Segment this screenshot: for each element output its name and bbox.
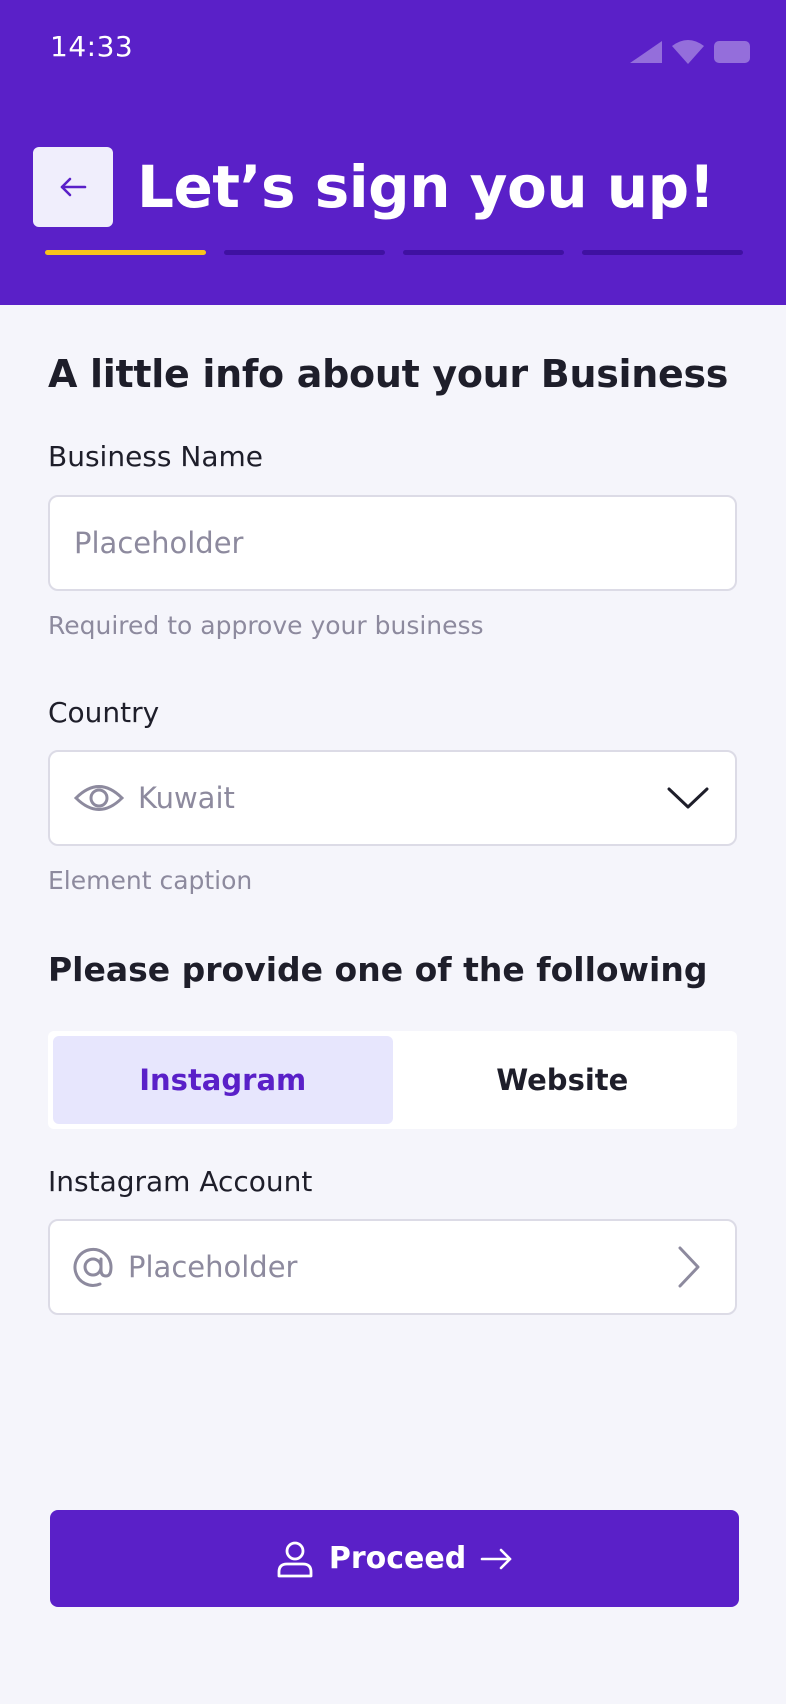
arrow-right-icon [480,1547,514,1571]
instagram-account-label: Instagram Account [48,1165,313,1198]
arrow-left-icon [58,175,88,199]
status-time: 14:33 [50,30,134,63]
wifi-icon [672,40,704,64]
country-caption: Element caption [48,866,253,895]
contact-type-tabs: Instagram Website [48,1031,737,1129]
business-name-input[interactable] [74,526,735,560]
country-selected-value: Kuwait [138,781,235,815]
instagram-account-field[interactable] [48,1219,737,1315]
business-name-label: Business Name [48,440,263,473]
business-name-field[interactable] [48,495,737,591]
provide-title: Please provide one of the following [48,950,708,989]
tab-instagram[interactable]: Instagram [53,1036,393,1124]
proceed-label: Proceed [328,1541,467,1576]
section-title: A little info about your Business [48,352,729,396]
eye-icon [74,781,124,815]
chevron-right-icon[interactable] [677,1246,701,1288]
back-button[interactable] [33,147,113,227]
status-icons [630,40,750,64]
country-label: Country [48,696,160,729]
progress-step-3 [403,250,564,255]
at-sign-icon [72,1246,114,1288]
signal-icon [630,41,662,63]
header: 14:33 Let’s sign you up! [0,0,786,305]
battery-icon [714,41,750,63]
progress-step-1 [45,250,206,255]
progress-step-4 [582,250,743,255]
progress-step-2 [224,250,385,255]
progress-indicator [45,250,743,255]
business-name-caption: Required to approve your business [48,611,484,640]
proceed-button[interactable]: Proceed [50,1510,739,1607]
country-select[interactable]: Kuwait [48,750,737,846]
page-title: Let’s sign you up! [137,153,715,221]
instagram-account-input[interactable] [128,1250,677,1284]
user-icon [275,1539,315,1579]
tab-website[interactable]: Website [393,1036,733,1124]
chevron-down-icon [667,786,709,810]
